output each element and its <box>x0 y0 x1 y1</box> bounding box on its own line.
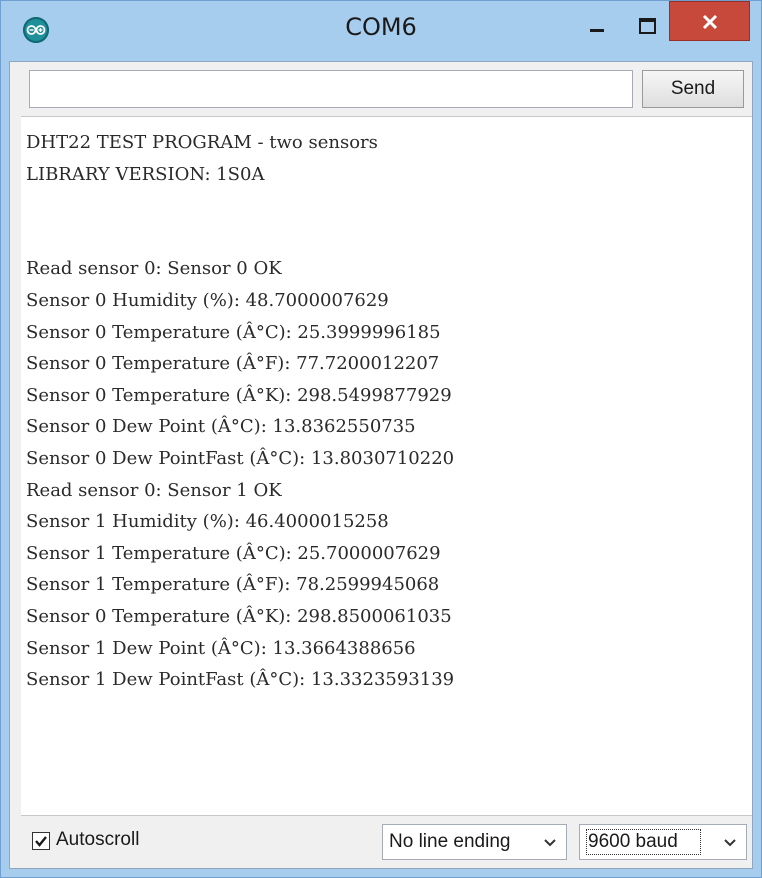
send-button[interactable]: Send <box>642 70 744 108</box>
serial-monitor-window: COM6 Send DHT22 TEST PROGRAM - two senso… <box>0 0 762 878</box>
output-line: Read sensor 0: Sensor 0 OK <box>26 258 282 280</box>
line-ending-select[interactable]: No line ending <box>382 824 567 860</box>
output-line: Sensor 0 Dew Point (Â°C): 13.8362550735 <box>26 416 416 438</box>
close-button[interactable] <box>669 1 750 41</box>
output-line <box>26 222 454 254</box>
output-line: Sensor 1 Dew PointFast (Â°C): 13.3323593… <box>26 669 455 691</box>
output-line: Sensor 0 Humidity (%): 48.7000007629 <box>26 289 389 311</box>
maximize-icon[interactable] <box>627 9 667 43</box>
autoscroll-checkbox[interactable] <box>32 832 50 850</box>
output-line: Sensor 1 Temperature (Â°F): 78.259994506… <box>26 574 440 596</box>
minimize-icon[interactable] <box>576 9 616 43</box>
output-line: Sensor 0 Temperature (Â°K): 298.54998779… <box>26 384 452 406</box>
serial-output-lines: DHT22 TEST PROGRAM - two sensors LIBRARY… <box>26 127 454 696</box>
serial-monitor-panel: Send DHT22 TEST PROGRAM - two sensors LI… <box>9 61 753 869</box>
chevron-down-icon <box>724 839 736 847</box>
check-icon <box>35 836 47 847</box>
output-line: Sensor 1 Dew Point (Â°C): 13.3664388656 <box>26 637 416 659</box>
output-line: Sensor 0 Temperature (Â°F): 77.720001220… <box>26 353 440 375</box>
output-line: Sensor 1 Humidity (%): 46.4000015258 <box>26 511 389 533</box>
output-line: DHT22 TEST PROGRAM - two sensors <box>26 132 378 153</box>
output-line <box>26 190 454 222</box>
output-line: Sensor 1 Temperature (Â°C): 25.700000762… <box>26 542 441 564</box>
output-line: Sensor 0 Temperature (Â°C): 25.399999618… <box>26 321 441 343</box>
line-ending-value: No line ending <box>389 831 511 852</box>
output-line: Sensor 0 Temperature (Â°K): 298.85000610… <box>26 605 452 627</box>
output-line: Sensor 0 Dew PointFast (Â°C): 13.8030710… <box>26 447 455 469</box>
baud-rate-value: 9600 baud <box>586 829 701 855</box>
serial-input[interactable] <box>29 70 633 108</box>
title-bar[interactable]: COM6 <box>1 1 761 61</box>
chevron-down-icon <box>544 839 556 847</box>
output-line: LIBRARY VERSION: 1S0A <box>26 163 265 185</box>
output-line: Read sensor 0: Sensor 1 OK <box>26 479 282 501</box>
serial-output[interactable]: DHT22 TEST PROGRAM - two sensors LIBRARY… <box>21 116 752 816</box>
baud-rate-select[interactable]: 9600 baud <box>579 824 747 860</box>
autoscroll-label[interactable]: Autoscroll <box>56 829 139 851</box>
close-icon <box>702 14 718 30</box>
